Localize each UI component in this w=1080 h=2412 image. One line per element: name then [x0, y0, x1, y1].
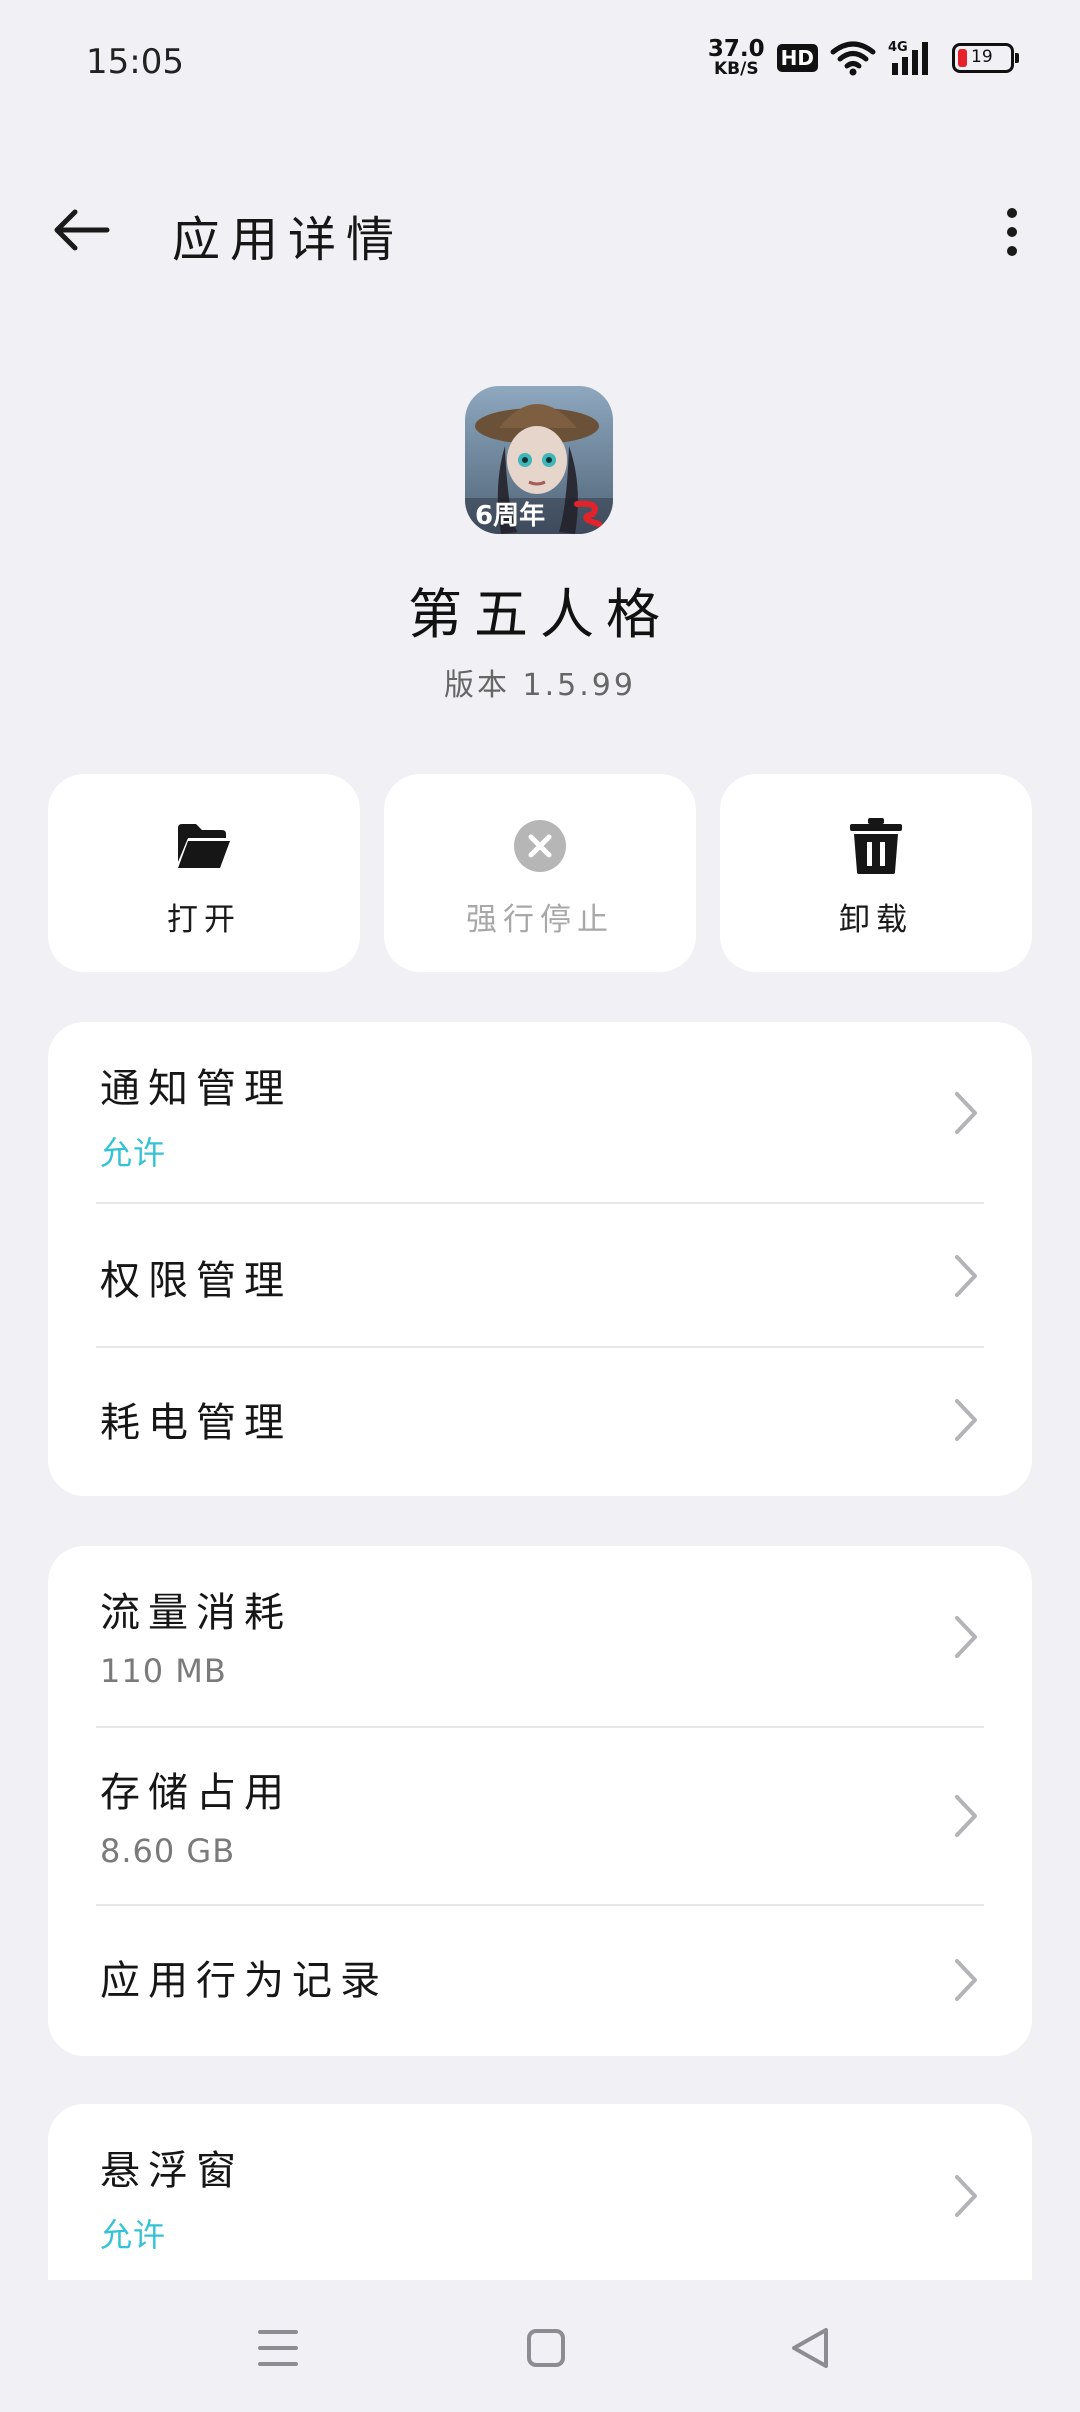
force-stop-icon — [514, 820, 566, 872]
storage-usage-title: 存储占用 — [100, 1770, 292, 1816]
back-arrow-icon — [54, 209, 110, 251]
uninstall-button[interactable]: 卸载 — [720, 774, 1032, 972]
network-speed-value: 37.0 — [707, 36, 765, 62]
home-button[interactable] — [506, 2308, 586, 2388]
cellular-signal-icon: 4G — [888, 40, 928, 75]
chevron-right-icon — [955, 1959, 977, 2001]
network-type-label: 4G — [888, 40, 908, 55]
app-icon-badge: 6周年 — [475, 500, 545, 531]
app-icon: 6周年 — [465, 386, 613, 534]
battery-management-title: 耗电管理 — [100, 1400, 292, 1446]
management-card: 通知管理 允许 权限管理 耗电管理 — [48, 1022, 1032, 1496]
battery-level: 19 — [971, 47, 993, 67]
home-square-icon — [527, 2329, 565, 2367]
chevron-right-icon — [955, 1255, 977, 1297]
usage-card: 流量消耗 110 MB 存储占用 8.60 GB 应用行为记录 — [48, 1546, 1032, 2056]
recent-apps-button[interactable] — [238, 2308, 318, 2388]
app-version: 版本 1.5.99 — [444, 668, 636, 703]
data-usage-value: 110 MB — [100, 1652, 227, 1690]
page-title: 应用详情 — [172, 212, 405, 268]
list-item-battery-management[interactable]: 耗电管理 — [48, 1348, 1032, 1496]
notification-status: 允许 — [100, 1134, 167, 1172]
data-usage-title: 流量消耗 — [100, 1590, 292, 1636]
permission-management-title: 权限管理 — [100, 1258, 292, 1304]
folder-open-icon — [178, 824, 230, 868]
list-item-permission-management[interactable]: 权限管理 — [48, 1204, 1032, 1348]
notification-management-title: 通知管理 — [100, 1066, 292, 1112]
open-label: 打开 — [167, 902, 241, 938]
uninstall-label: 卸载 — [839, 902, 913, 938]
chevron-right-icon — [955, 1795, 977, 1837]
status-icons: 37.0 KB/S HD 4G 19 — [708, 38, 1019, 78]
open-button[interactable]: 打开 — [48, 774, 360, 972]
navigation-bar — [0, 2280, 1080, 2412]
app-name: 第五人格 — [408, 583, 672, 646]
list-item-app-behavior-record[interactable]: 应用行为记录 — [48, 1906, 1032, 2056]
app-behavior-record-title: 应用行为记录 — [100, 1958, 388, 2004]
status-bar: 15:05 37.0 KB/S HD 4G 19 — [0, 0, 1080, 125]
floating-window-title: 悬浮窗 — [100, 2148, 244, 2194]
nav-back-button[interactable] — [770, 2308, 850, 2388]
chevron-right-icon — [955, 1616, 977, 1658]
storage-usage-value: 8.60 GB — [100, 1832, 236, 1870]
network-speed-unit: KB/S — [713, 59, 759, 79]
more-options-button[interactable] — [992, 202, 1032, 262]
hd-icon: HD — [776, 44, 818, 72]
network-speed: 37.0 KB/S — [708, 38, 765, 78]
battery-fill — [958, 49, 967, 67]
chevron-right-icon — [955, 1092, 977, 1134]
nav-back-triangle-icon — [792, 2328, 828, 2368]
battery-icon: 19 — [952, 43, 1019, 73]
trash-icon — [850, 818, 902, 874]
more-vertical-icon — [1007, 208, 1017, 218]
list-item-data-usage[interactable]: 流量消耗 110 MB — [48, 1546, 1032, 1728]
force-stop-label: 强行停止 — [466, 902, 614, 938]
list-item-notification-management[interactable]: 通知管理 允许 — [48, 1022, 1032, 1204]
back-button[interactable] — [46, 200, 116, 260]
list-item-floating-window[interactable]: 悬浮窗 允许 — [48, 2104, 1032, 2286]
wifi-icon — [830, 41, 876, 76]
chevron-right-icon — [955, 1399, 977, 1441]
list-item-storage-usage[interactable]: 存储占用 8.60 GB — [48, 1728, 1032, 1906]
floating-window-status: 允许 — [100, 2216, 167, 2254]
force-stop-button[interactable]: 强行停止 — [384, 774, 696, 972]
status-time: 15:05 — [86, 42, 184, 82]
app-bar: 应用详情 — [0, 180, 1080, 280]
menu-icon — [258, 2330, 298, 2366]
chevron-right-icon — [955, 2175, 977, 2217]
